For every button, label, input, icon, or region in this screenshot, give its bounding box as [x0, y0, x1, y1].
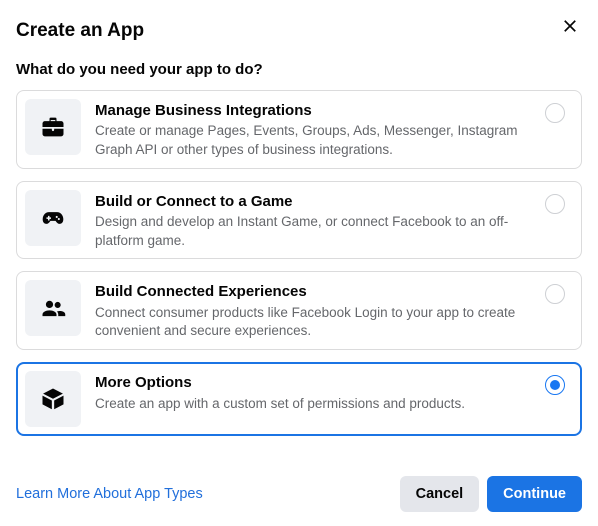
option-title: Manage Business Integrations [95, 101, 527, 121]
continue-button[interactable]: Continue [487, 476, 582, 512]
option-description: Connect consumer products like Facebook … [95, 304, 527, 341]
dialog-title: Create an App [16, 16, 144, 43]
briefcase-icon [25, 99, 81, 155]
option-manage-business-integrations[interactable]: Manage Business Integrations Create or m… [16, 90, 582, 169]
option-title: Build Connected Experiences [95, 282, 527, 302]
option-radio[interactable] [545, 194, 565, 214]
app-type-options: Manage Business Integrations Create or m… [16, 90, 582, 436]
people-icon [25, 280, 81, 336]
option-description: Create an app with a custom set of permi… [95, 395, 527, 414]
option-build-connect-game[interactable]: Build or Connect to a Game Design and de… [16, 181, 582, 260]
option-radio[interactable] [545, 103, 565, 123]
learn-more-link[interactable]: Learn More About App Types [16, 486, 203, 502]
option-radio[interactable] [545, 284, 565, 304]
close-icon [561, 17, 579, 40]
cancel-button[interactable]: Cancel [400, 476, 480, 512]
option-title: Build or Connect to a Game [95, 192, 527, 212]
option-title: More Options [95, 373, 527, 393]
option-description: Create or manage Pages, Events, Groups, … [95, 122, 527, 159]
close-button[interactable] [556, 14, 584, 42]
option-build-connected-experiences[interactable]: Build Connected Experiences Connect cons… [16, 271, 582, 350]
option-description: Design and develop an Instant Game, or c… [95, 213, 527, 250]
game-controller-icon [25, 190, 81, 246]
option-more-options[interactable]: More Options Create an app with a custom… [16, 362, 582, 436]
cube-icon [25, 371, 81, 427]
dialog-subtitle: What do you need your app to do? [16, 61, 582, 78]
option-radio[interactable] [545, 375, 565, 395]
